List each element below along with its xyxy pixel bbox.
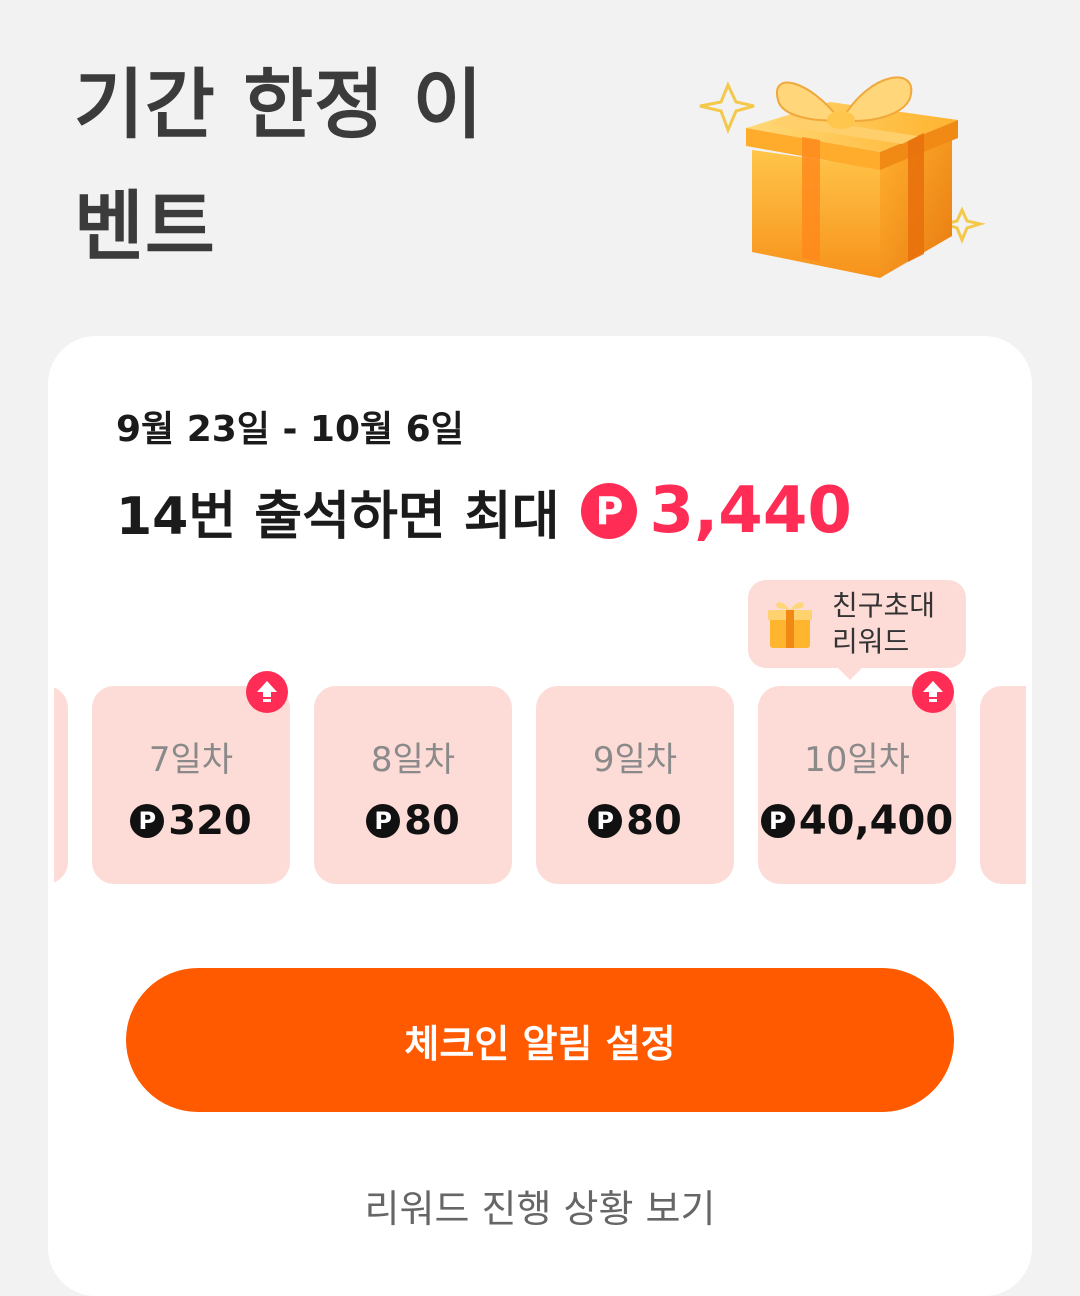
event-date-range: 9월 23일 - 10월 6일 [116, 409, 464, 450]
reward-headline: 14번 출석하면 최대 P 3,440 [116, 474, 852, 548]
day-card-7[interactable]: 7일차 P 320 [92, 686, 290, 884]
day-amount-value: 320 [168, 798, 252, 844]
checkin-alarm-button[interactable]: 체크인 알림 설정 [126, 968, 954, 1112]
day-amount-value: 80 [626, 798, 682, 844]
day-amount: P 320 [92, 798, 290, 844]
gift-box-icon [768, 602, 812, 648]
day-amount: P 80 [314, 798, 512, 844]
day-amount: P 80 [536, 798, 734, 844]
referral-reward-tooltip: 친구초대 리워드 [748, 580, 966, 680]
day-card-8[interactable]: 8일차 P 80 [314, 686, 512, 884]
max-reward-amount: 3,440 [649, 474, 852, 548]
gift-box-icon [699, 76, 986, 278]
point-coin-icon: P [760, 804, 795, 838]
tooltip-arrow [838, 668, 862, 680]
day-rewards-strip[interactable]: 7일차 P 320 8일차 P 80 9일차 P 80 10일차 P 40,40… [54, 576, 1026, 896]
day-label: 9일차 [592, 740, 678, 780]
point-coin-icon: P [581, 483, 638, 539]
point-coin-icon: P [588, 804, 623, 838]
day-amount: P 40,400 [758, 798, 956, 844]
day-card-9[interactable]: 9일차 P 80 [536, 686, 734, 884]
headline-text: 14번 출석하면 최대 [116, 486, 560, 547]
day-label: 10일차 [804, 740, 910, 780]
day-card-partial-right [980, 686, 1026, 884]
tooltip-text: 친구초대 리워드 [832, 588, 935, 660]
day-card-10[interactable]: 10일차 P 40,400 [758, 686, 956, 884]
point-coin-icon: P [130, 804, 165, 838]
day-label: 7일차 [148, 740, 234, 780]
day-amount-value: 80 [404, 798, 460, 844]
tooltip-line2: 리워드 [832, 625, 910, 658]
page-title-line2: 벤트 [74, 182, 216, 271]
arrow-up-icon [246, 671, 288, 713]
point-coin-icon: P [366, 804, 401, 838]
page-title: 기간 한정 이 벤트 [74, 44, 574, 288]
day-amount-value: 40,400 [798, 798, 954, 844]
arrow-up-icon [912, 671, 954, 713]
day-card-partial-left [54, 686, 68, 884]
event-card: 9월 23일 - 10월 6일 14번 출석하면 최대 P 3,440 7일차 … [48, 336, 1032, 1296]
day-label: 8일차 [370, 740, 456, 780]
tooltip-line1: 친구초대 [832, 589, 936, 622]
page-title-line1: 기간 한정 이 [74, 60, 484, 149]
view-progress-link[interactable]: 리워드 진행 상황 보기 [48, 1178, 1032, 1233]
